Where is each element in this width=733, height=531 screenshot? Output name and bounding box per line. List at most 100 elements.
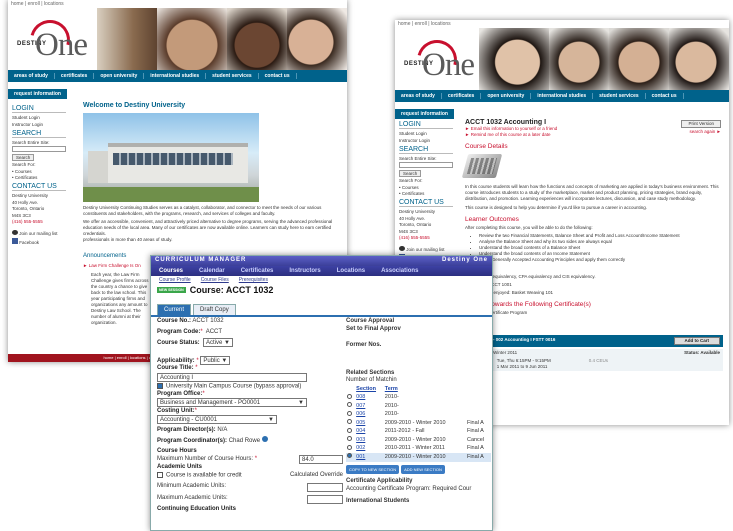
add-to-cart-button[interactable]: Add to Cart — [673, 337, 720, 345]
sub-tabs: Course Profile Course Files Prerequisite… — [151, 276, 492, 284]
add-new-section-button[interactable]: ADD NEW SECTION — [401, 464, 445, 474]
nav-areas-of-study[interactable]: areas of study — [8, 73, 55, 79]
table-row[interactable]: 005 2009-2010 - Winter 2010 Final A — [346, 419, 491, 428]
remind-link[interactable]: ► Remind me of this course at a later da… — [465, 132, 723, 138]
search-again-link[interactable]: search again ► — [690, 129, 722, 135]
main-content: ACCT 1032 Accounting I Print Version ► E… — [461, 119, 723, 371]
nav-contact-us[interactable]: contact us — [646, 93, 684, 99]
search-option-certificates[interactable]: • Certificates — [12, 175, 66, 180]
contact-heading: CONTACT US — [399, 199, 453, 207]
instructor-login-link[interactable]: Instructor Login — [399, 138, 453, 143]
destiny-one-logo[interactable]: DESTINY One — [401, 32, 476, 88]
copy-to-new-section-button[interactable]: COPY TO NEW SECTION — [346, 464, 400, 474]
program-office-select[interactable]: Business and Management - PO0001 ▼ — [157, 398, 307, 408]
top-links[interactable]: home | enroll | locations — [395, 20, 729, 28]
program-coordinator[interactable]: Chad Rowe — [229, 438, 260, 444]
nav-areas-of-study[interactable]: areas of study — [395, 93, 442, 99]
min-units-input[interactable] — [307, 482, 343, 492]
mailing-list-link[interactable]: Join our mailing list — [12, 230, 66, 236]
announcement-body: Each year, the Law Firm Challenge gives … — [91, 272, 149, 325]
section-bar: ACCT 1032 - 002 Accounting I FSTT 0016 A… — [465, 335, 723, 347]
search-input[interactable] — [399, 162, 453, 168]
course-header: NEW SESSION Course: ACCT 1032 — [151, 284, 492, 296]
course-hours-heading: Course Hours — [157, 447, 197, 454]
search-button[interactable]: Search — [12, 154, 35, 161]
nav-contact-us[interactable]: contact us — [259, 73, 297, 79]
section-schedule: Classroom: Tue, Thu 6:15PM - 9:15PM1 Mar… — [465, 357, 723, 371]
student-login-link[interactable]: Student Login — [12, 115, 66, 120]
search-button[interactable]: Search — [399, 170, 422, 177]
course-title-input[interactable]: Accounting I — [157, 372, 307, 382]
search-input[interactable] — [12, 146, 66, 152]
table-row[interactable]: 002 2010-2011 - Winter 2011 Final A — [346, 444, 491, 454]
academic-units-heading: Academic Units — [157, 464, 203, 471]
col-term[interactable]: Term — [384, 386, 466, 394]
search-option-courses[interactable]: • Courses — [12, 169, 66, 174]
tab-certificates[interactable]: Certificates — [233, 268, 282, 274]
tab-current[interactable]: Current — [157, 304, 192, 315]
nav-international-studies[interactable]: international studies — [144, 73, 207, 79]
tab-courses[interactable]: Courses — [151, 268, 191, 274]
status-select[interactable]: Active ▼ — [203, 338, 233, 347]
search-heading: SEARCH — [12, 130, 66, 138]
credit-checkbox[interactable]: Course is available for credit — [157, 471, 242, 480]
nav-student-services[interactable]: student services — [593, 93, 646, 99]
subtab-prerequisites[interactable]: Prerequisites — [239, 277, 268, 283]
top-links[interactable]: home | enroll | locations — [8, 0, 347, 8]
table-row[interactable]: 003 2009-2010 - Winter 2010 Cancel — [346, 436, 491, 445]
mailing-list-link[interactable]: Join our mailing list — [399, 246, 453, 252]
nav-certificates[interactable]: certificates — [55, 73, 95, 79]
search-label: Search Entire Site: — [399, 155, 437, 161]
table-row[interactable]: 001 2009-2010 - Winter 2010 Final A — [346, 453, 491, 462]
login-heading: LOGIN — [399, 121, 453, 129]
destiny-one-logo[interactable]: DESTINY One — [14, 12, 89, 68]
print-version-button[interactable]: Print Version — [681, 120, 721, 128]
table-row[interactable]: 004 2011-2012 - Fall Final A — [346, 427, 491, 437]
subtab-course-profile[interactable]: Course Profile — [159, 277, 191, 283]
nav-open-university[interactable]: open university — [94, 73, 145, 79]
instructor-login-link[interactable]: Instructor Login — [12, 122, 66, 127]
info-icon[interactable] — [261, 436, 268, 443]
facebook-link[interactable]: Facebook — [12, 237, 66, 245]
table-row[interactable]: 006 2010- — [346, 410, 491, 420]
intro-paragraph: We offer an accessible, convenient, and … — [83, 219, 333, 236]
tab-locations[interactable]: Locations — [329, 268, 373, 274]
applicability-select[interactable]: Public ▼ — [200, 355, 231, 365]
note-line: Students also enjoyed: Basket Weaving 10… — [465, 290, 553, 295]
contact-line: M4S 3C3 — [399, 228, 418, 234]
tab-associations[interactable]: Associations — [373, 268, 426, 274]
col-section[interactable]: Section — [355, 386, 384, 394]
nav-request-information[interactable]: request information — [8, 89, 67, 99]
set-final-approval[interactable]: Set to Final Approv — [346, 326, 491, 334]
student-login-link[interactable]: Student Login — [399, 131, 453, 136]
program-code: ACCT — [205, 328, 223, 335]
costing-unit-select[interactable]: Accounting - CU0001 ▼ — [157, 415, 277, 425]
max-hours-input[interactable]: 84.0 — [299, 455, 343, 465]
search-heading: SEARCH — [399, 146, 453, 154]
nav-student-services[interactable]: student services — [206, 73, 259, 79]
tab-instructors[interactable]: Instructors — [281, 268, 328, 274]
max-units-input[interactable] — [307, 494, 343, 504]
intro-paragraph: Destiny University Continuing Studies se… — [83, 205, 322, 216]
search-for-label: Search For: — [399, 178, 423, 183]
contact-line: 40 Holly Ave. — [399, 215, 426, 221]
certificate-link[interactable]: Accounting Certificate Program — [465, 310, 723, 316]
contact-line: Toronto, Ontario — [399, 222, 432, 227]
tab-draft-copy[interactable]: Draft Copy — [193, 304, 236, 315]
nav-certificates[interactable]: certificates — [442, 93, 482, 99]
table-row[interactable]: 008 2010- — [346, 393, 491, 403]
intro-paragraph: professionals in more than 40 areas of s… — [83, 237, 173, 242]
tab-calendar[interactable]: Calendar — [191, 268, 233, 274]
nav-open-university[interactable]: open university — [481, 93, 532, 99]
details-paragraph: This course is designed to help you dete… — [465, 205, 647, 210]
search-for-label: Search For: — [12, 162, 36, 167]
nav-international-studies[interactable]: international studies — [531, 93, 594, 99]
course-heading: Course: ACCT 1032 — [189, 285, 274, 295]
campus-photo — [83, 113, 259, 202]
main-campus-checkbox[interactable]: University Main Campus Course (bypass ap… — [157, 382, 343, 391]
search-option-courses[interactable]: • Courses — [399, 185, 453, 190]
subtab-course-files[interactable]: Course Files — [201, 277, 229, 283]
outcomes-intro: After completing this course, you will b… — [465, 225, 593, 230]
search-option-certificates[interactable]: • Certificates — [399, 191, 453, 196]
table-row[interactable]: 007 2010- — [346, 402, 491, 411]
